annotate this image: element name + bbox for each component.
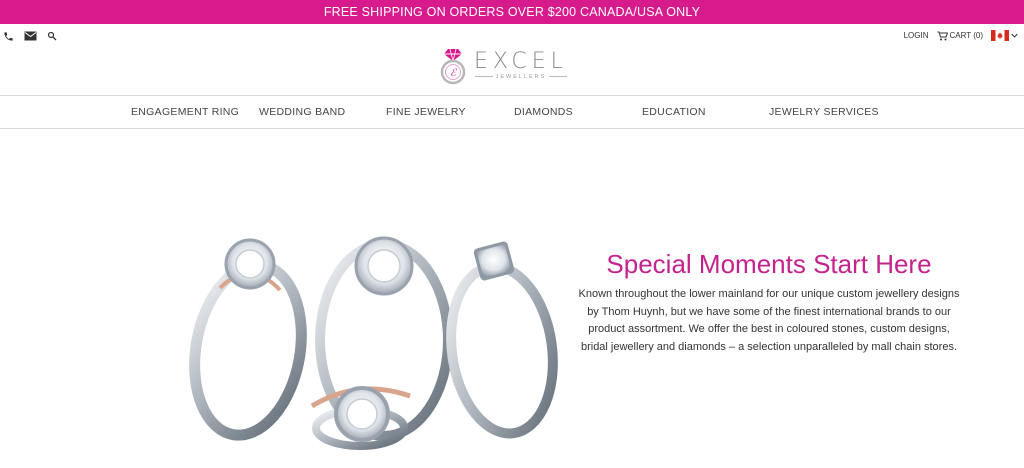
nav-item-diamonds[interactable]: DIAMONDS [514, 106, 573, 118]
chevron-down-icon [1011, 33, 1018, 38]
hero-rings-image [189, 236, 558, 450]
search-icon[interactable] [47, 31, 57, 41]
cart-link[interactable]: CART (0) [937, 31, 984, 41]
nav-item-education[interactable]: EDUCATION [642, 106, 706, 118]
svg-text:ℰ: ℰ [450, 68, 457, 79]
promo-text: FREE SHIPPING ON ORDERS OVER $200 CANADA… [323, 5, 701, 19]
main-nav: ENGAGEMENT RING WEDDING BAND FINE JEWELR… [0, 95, 1024, 129]
logo-subtitle-row: JEWELLERS [474, 73, 568, 80]
login-label: LOGIN [903, 31, 929, 40]
utility-icons [3, 30, 57, 42]
promo-banner: FREE SHIPPING ON ORDERS OVER $200 CANADA… [0, 0, 1024, 24]
cart-icon [937, 31, 948, 40]
hero-copy: Special Moments Start Here Known through… [578, 248, 960, 356]
canada-flag-icon [991, 30, 1009, 41]
divider [549, 76, 568, 77]
hero-description: Known throughout the lower mainland for … [578, 288, 960, 353]
mail-icon[interactable] [24, 31, 37, 41]
logo-text: EXCEL JEWELLERS [474, 48, 568, 80]
ring-logo-icon: ℰ [440, 48, 466, 85]
phone-icon[interactable] [3, 31, 14, 42]
cart-label: CART (0) [949, 31, 984, 40]
logo-subtitle: JEWELLERS [495, 73, 547, 80]
nav-item-jewelry-services[interactable]: JEWELRY SERVICES [769, 106, 879, 118]
nav-item-fine-jewelry[interactable]: FINE JEWELRY [386, 106, 466, 118]
divider [474, 76, 493, 77]
currency-selector[interactable] [991, 30, 1018, 41]
account-links: LOGIN CART (0) [904, 29, 1018, 42]
login-link[interactable]: LOGIN [904, 31, 929, 40]
nav-item-engagement-ring[interactable]: ENGAGEMENT RING [131, 106, 239, 118]
logo-name: EXCEL [474, 48, 568, 74]
hero-title: Special Moments Start Here [606, 249, 932, 279]
site-logo[interactable]: ℰ EXCEL JEWELLERS [438, 44, 584, 86]
nav-item-wedding-band[interactable]: WEDDING BAND [259, 106, 345, 118]
